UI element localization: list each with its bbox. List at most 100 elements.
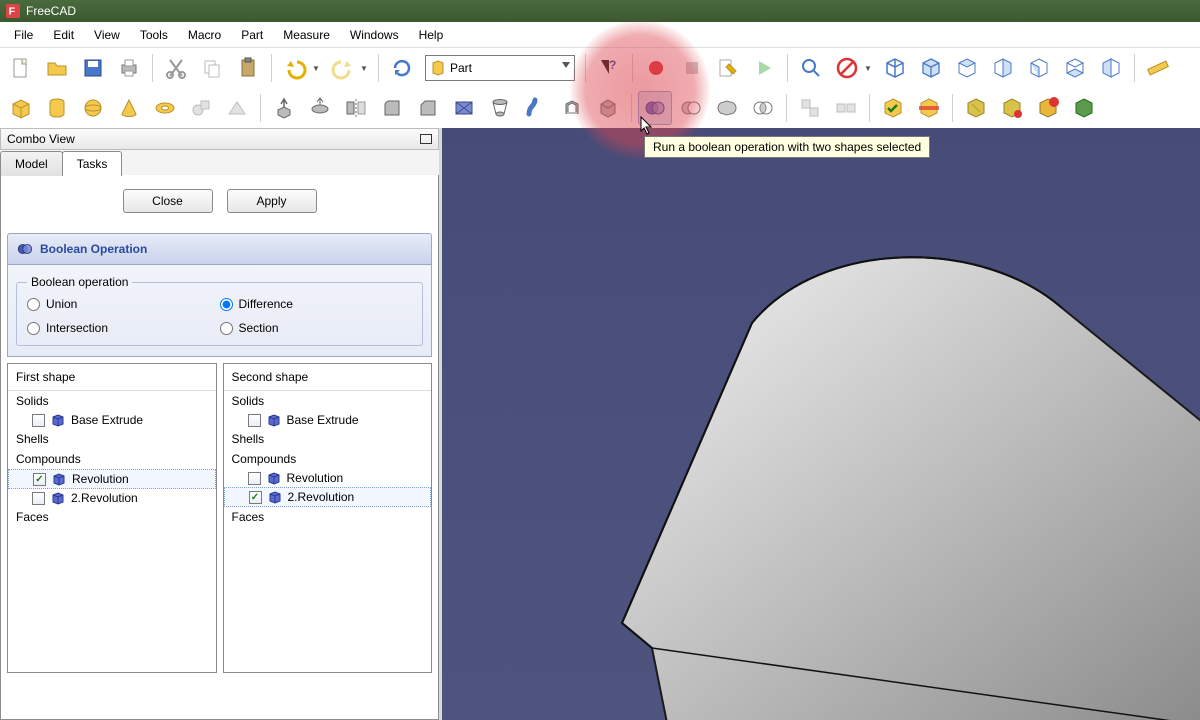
view-front-button[interactable] [914,51,948,85]
tab-model[interactable]: Model [0,151,63,176]
revolve-button[interactable] [303,91,337,125]
menu-windows[interactable]: Windows [340,24,409,46]
toolbar-row-1: ▼ ▼ Part ? ▼ [0,48,1200,88]
checkbox[interactable] [32,492,45,505]
offset-button[interactable] [555,91,589,125]
tab-tasks[interactable]: Tasks [62,151,123,176]
view-right-button[interactable] [986,51,1020,85]
cut-bool-button[interactable] [674,91,708,125]
list-item[interactable]: Revolution [224,469,432,487]
view-rear-button[interactable] [1022,51,1056,85]
menu-edit[interactable]: Edit [43,24,84,46]
measure-button[interactable] [1141,51,1175,85]
list-item[interactable]: Base Extrude [224,411,432,429]
macro-stop-button[interactable] [675,51,709,85]
second-shape-list[interactable]: Second shape Solids Base Extrude Shells … [223,363,433,673]
svg-text:?: ? [609,58,616,72]
macro-play-button[interactable] [747,51,781,85]
extrude-button[interactable] [267,91,301,125]
tooltip: Run a boolean operation with two shapes … [644,136,930,158]
workbench-selector[interactable]: Part [425,55,575,81]
cut-button[interactable] [159,51,193,85]
radio-difference[interactable]: Difference [220,297,413,311]
list-item[interactable]: 2.Revolution [224,487,432,507]
compound-make-button[interactable] [793,91,827,125]
radio-intersection[interactable]: Intersection [27,321,220,335]
ruled-surface-button[interactable] [447,91,481,125]
task-panel: Close Apply Boolean Operation Boolean op… [0,175,439,720]
list-item[interactable]: 2.Revolution [8,489,216,507]
3d-viewport[interactable] [442,128,1200,720]
chamfer-button[interactable] [411,91,445,125]
export-button[interactable] [995,91,1029,125]
copy-button[interactable] [195,51,229,85]
apply-button[interactable]: Apply [227,189,317,213]
macro-edit-button[interactable] [711,51,745,85]
sweep-button[interactable] [519,91,553,125]
checkbox[interactable] [249,491,262,504]
shape-from-mesh-button[interactable] [1031,91,1065,125]
check-geometry-button[interactable] [876,91,910,125]
checkbox[interactable] [32,414,45,427]
undo-button[interactable] [278,51,312,85]
checkbox[interactable] [248,472,261,485]
part-cone-button[interactable] [112,91,146,125]
whats-this-button[interactable]: ? [592,51,626,85]
union-bool-button[interactable] [710,91,744,125]
solid-icon [51,413,65,427]
view-top-button[interactable] [950,51,984,85]
menu-file[interactable]: File [4,24,43,46]
compound-split-button[interactable] [829,91,863,125]
draw-style-dropdown[interactable]: ▼ [866,51,876,85]
save-button[interactable] [76,51,110,85]
radio-section[interactable]: Section [220,321,413,335]
thickness-button[interactable] [591,91,625,125]
refresh-button[interactable] [385,51,419,85]
part-torus-button[interactable] [148,91,182,125]
menu-part[interactable]: Part [231,24,273,46]
first-shape-list[interactable]: First shape Solids Base Extrude Shells C… [7,363,217,673]
view-left-button[interactable] [1094,51,1128,85]
fillet-button[interactable] [375,91,409,125]
part-cylinder-button[interactable] [40,91,74,125]
undo-dropdown[interactable]: ▼ [314,51,324,85]
cross-sections-button[interactable] [912,91,946,125]
menu-macro[interactable]: Macro [178,24,231,46]
task-header[interactable]: Boolean Operation [7,233,432,265]
radio-union[interactable]: Union [27,297,220,311]
paste-button[interactable] [231,51,265,85]
app-icon: F [6,4,20,18]
fit-all-button[interactable] [794,51,828,85]
dock-icon[interactable] [420,134,432,144]
view-iso-button[interactable] [878,51,912,85]
open-doc-button[interactable] [40,51,74,85]
list-item[interactable]: Base Extrude [8,411,216,429]
menu-view[interactable]: View [84,24,130,46]
convert-to-solid-button[interactable] [1067,91,1101,125]
mirror-button[interactable] [339,91,373,125]
menu-help[interactable]: Help [409,24,454,46]
close-button[interactable]: Close [123,189,213,213]
macro-record-button[interactable] [639,51,673,85]
part-box-button[interactable] [4,91,38,125]
intersect-bool-button[interactable] [746,91,780,125]
draw-style-button[interactable] [830,51,864,85]
print-button[interactable] [112,51,146,85]
new-doc-button[interactable] [4,51,38,85]
main-area: Combo View Model Tasks Close Apply Boole… [0,128,1200,720]
view-bottom-button[interactable] [1058,51,1092,85]
part-sphere-button[interactable] [76,91,110,125]
part-builder-button[interactable] [220,91,254,125]
redo-button[interactable] [326,51,360,85]
redo-dropdown[interactable]: ▼ [362,51,372,85]
menu-measure[interactable]: Measure [273,24,340,46]
part-primitives-button[interactable] [184,91,218,125]
menu-tools[interactable]: Tools [130,24,178,46]
menubar: File Edit View Tools Macro Part Measure … [0,22,1200,48]
import-button[interactable] [959,91,993,125]
list-item[interactable]: Revolution [8,469,216,489]
checkbox[interactable] [33,473,46,486]
loft-button[interactable] [483,91,517,125]
checkbox[interactable] [248,414,261,427]
app-title: FreeCAD [26,4,76,18]
